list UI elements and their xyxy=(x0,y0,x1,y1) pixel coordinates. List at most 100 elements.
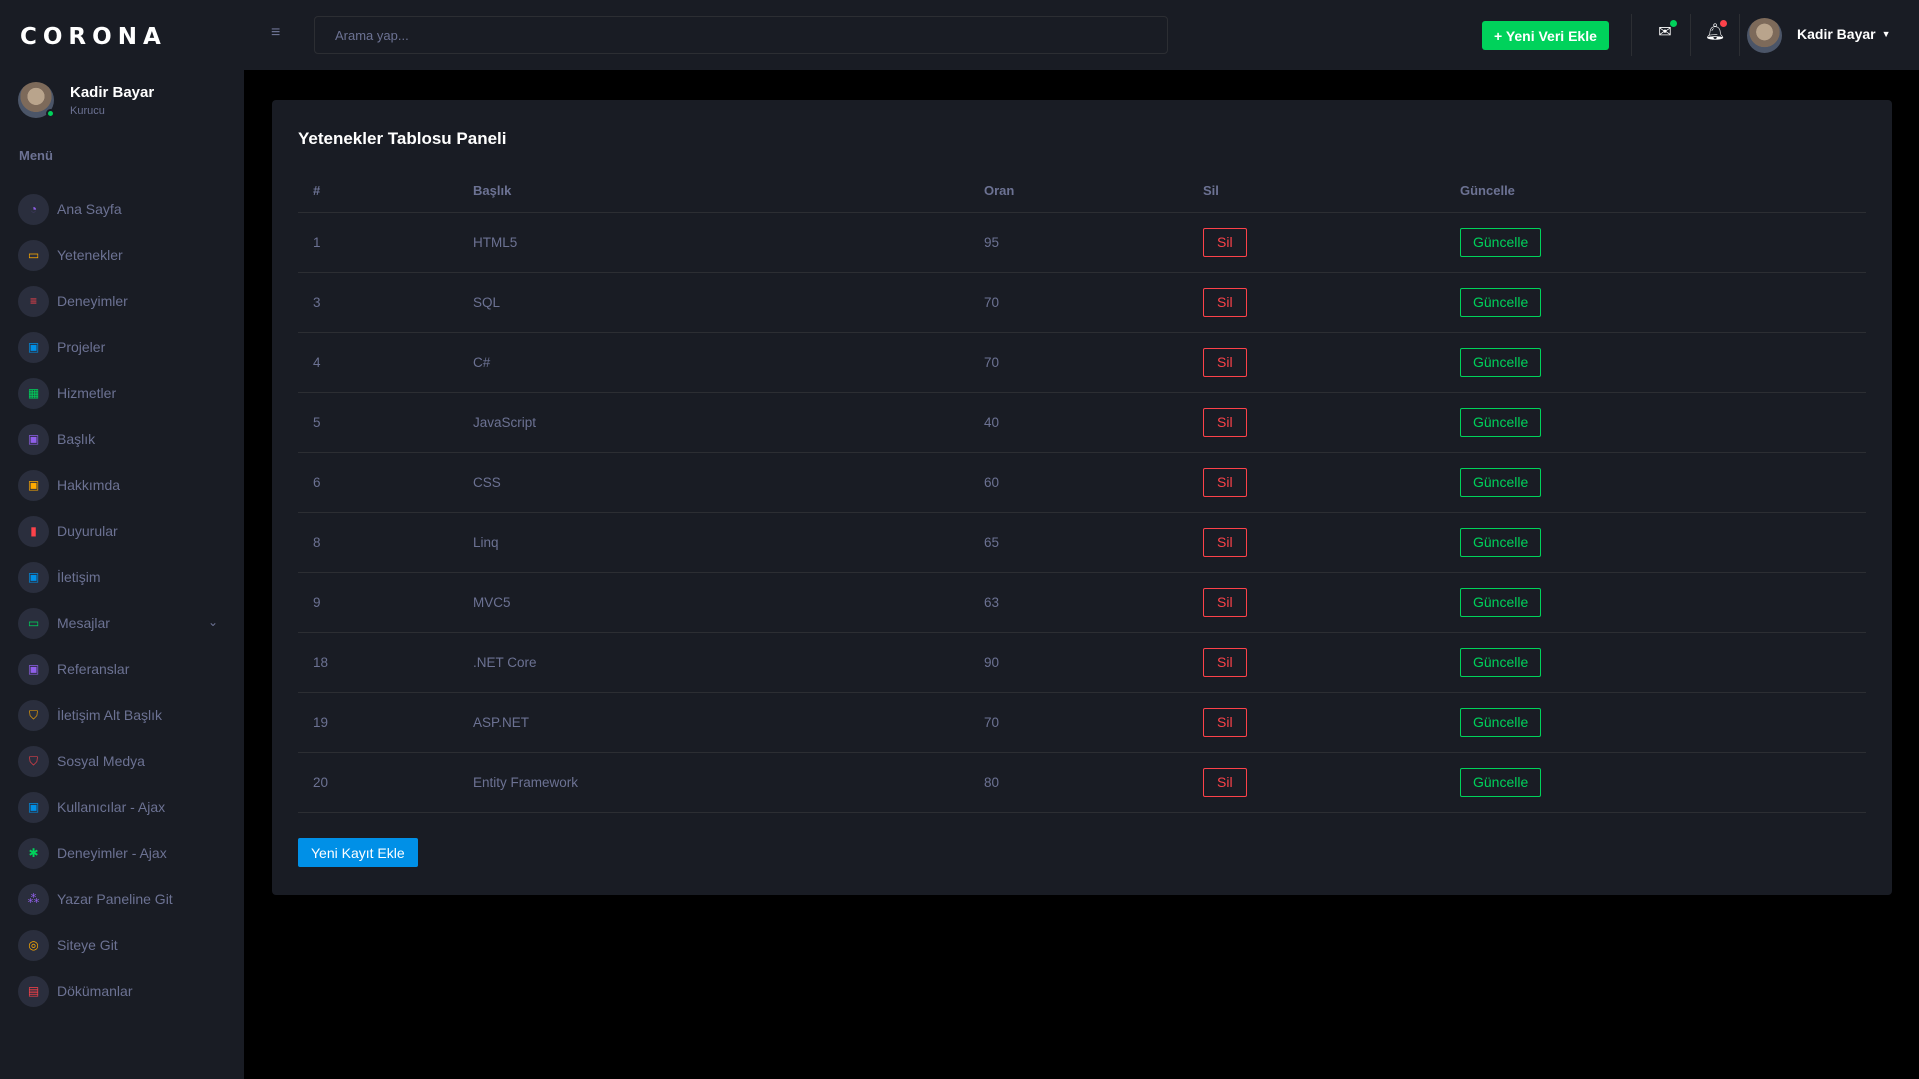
update-button[interactable]: Güncelle xyxy=(1460,707,1542,737)
cell-id: 4 xyxy=(298,332,458,393)
sidebar-item[interactable]: ⛉ Sosyal Medya xyxy=(18,738,218,784)
sidebar-item-label: Hakkımda xyxy=(57,477,121,493)
cell-rate: 70 xyxy=(969,272,1188,333)
table-row: 4 C# 70 Sil Güncelle xyxy=(298,332,1866,393)
update-button[interactable]: Güncelle xyxy=(1460,227,1542,257)
sidebar-item[interactable]: ▣ İletişim xyxy=(18,554,218,600)
contacts-icon: ▣ xyxy=(18,561,49,593)
delete-button[interactable]: Sil xyxy=(1203,407,1247,437)
delete-button[interactable]: Sil xyxy=(1203,347,1247,377)
cell-id: 6 xyxy=(298,452,458,513)
bell-icon[interactable]: 🔔︎ xyxy=(1705,20,1727,42)
table-row: 18 .NET Core 90 Sil Güncelle xyxy=(298,632,1866,693)
update-button[interactable]: Güncelle xyxy=(1460,287,1542,317)
cell-rate: 63 xyxy=(969,572,1188,633)
column-header-update: Güncelle xyxy=(1445,169,1866,213)
laptop-icon: ▭ xyxy=(18,239,49,271)
update-button[interactable]: Güncelle xyxy=(1460,767,1542,797)
cell-title: Entity Framework xyxy=(458,752,969,813)
cell-update: Güncelle xyxy=(1445,572,1866,633)
delete-button[interactable]: Sil xyxy=(1203,767,1247,797)
cell-update: Güncelle xyxy=(1445,692,1866,753)
menu-toggle-icon[interactable]: ≡ xyxy=(271,24,280,42)
sidebar-item[interactable]: ▦ Hizmetler xyxy=(18,370,218,416)
bookmark-icon: ▮ xyxy=(18,515,49,547)
chevron-down-icon[interactable]: ⌄ xyxy=(208,615,218,629)
contacts-icon: ▣ xyxy=(18,791,49,823)
update-button[interactable]: Güncelle xyxy=(1460,647,1542,677)
sidebar-profile[interactable]: Kadir Bayar Kurucu xyxy=(18,82,154,118)
avatar xyxy=(18,82,55,118)
cell-delete: Sil xyxy=(1188,392,1445,453)
sidebar-item[interactable]: ▮ Duyurular xyxy=(18,508,218,554)
menu-title: Menü xyxy=(19,148,53,163)
sidebar-item[interactable]: ▣ Başlık xyxy=(18,416,218,462)
contacts-icon: ▣ xyxy=(18,469,49,501)
cell-title: MVC5 xyxy=(458,572,969,633)
sidebar-item[interactable]: ⁂ Yazar Paneline Git xyxy=(18,876,218,922)
cell-delete: Sil xyxy=(1188,692,1445,753)
delete-button[interactable]: Sil xyxy=(1203,647,1247,677)
cell-delete: Sil xyxy=(1188,332,1445,393)
table-icon: ▦ xyxy=(18,377,49,409)
column-header-delete: Sil xyxy=(1188,169,1445,213)
sidebar-item[interactable]: ▤ Dökümanlar xyxy=(18,968,218,1014)
user-menu[interactable]: Kadir Bayar ▼ xyxy=(1797,26,1891,42)
brand-logo[interactable]: CORONA xyxy=(20,24,167,50)
search-input[interactable] xyxy=(314,16,1168,54)
sidebar-item-label: Yetenekler xyxy=(57,247,123,263)
sidebar-item[interactable]: ◔ Ana Sayfa xyxy=(18,186,218,232)
sidebar-item[interactable]: ▣ Referanslar xyxy=(18,646,218,692)
sidebar-item-label: Mesajlar xyxy=(57,615,110,631)
table-row: 6 CSS 60 Sil Güncelle xyxy=(298,452,1866,513)
update-button[interactable]: Güncelle xyxy=(1460,587,1542,617)
shield-icon: ⛉ xyxy=(18,745,49,777)
sidebar-item[interactable]: ▣ Projeler xyxy=(18,324,218,370)
sidebar-item[interactable]: ≡ Deneyimler xyxy=(18,278,218,324)
sidebar-item[interactable]: ▣ Hakkımda xyxy=(18,462,218,508)
skills-table: # Başlık Oran Sil Güncelle 1 HTML5 95 Sil Gü… xyxy=(298,169,1866,813)
update-button[interactable]: Güncelle xyxy=(1460,407,1542,437)
cell-rate: 95 xyxy=(969,212,1188,273)
cell-rate: 40 xyxy=(969,392,1188,453)
cell-delete: Sil xyxy=(1188,212,1445,273)
cell-title: HTML5 xyxy=(458,212,969,273)
update-button[interactable]: Güncelle xyxy=(1460,467,1542,497)
sidebar-item[interactable]: ▭ Mesajlar ⌄ xyxy=(18,600,218,646)
topbar: ≡ + Yeni Veri Ekle ✉ 🔔︎ Kadir Bayar ▼ xyxy=(244,0,1919,70)
mail-icon[interactable]: ✉ xyxy=(1655,20,1677,42)
sidebar-item-label: İletişim xyxy=(57,569,101,585)
cell-rate: 90 xyxy=(969,632,1188,693)
cell-update: Güncelle xyxy=(1445,392,1866,453)
delete-button[interactable]: Sil xyxy=(1203,707,1247,737)
new-record-button[interactable]: Yeni Kayıt Ekle xyxy=(298,838,418,867)
sidebar-item-label: Projeler xyxy=(57,339,106,355)
delete-button[interactable]: Sil xyxy=(1203,587,1247,617)
delete-button[interactable]: Sil xyxy=(1203,227,1247,257)
sidebar-item[interactable]: ▣ Kullanıcılar - Ajax xyxy=(18,784,218,830)
topbar-divider xyxy=(1690,14,1691,56)
globe-icon: ◎ xyxy=(18,929,49,961)
delete-button[interactable]: Sil xyxy=(1203,287,1247,317)
cell-id: 19 xyxy=(298,692,458,753)
sidebar-item-label: Ana Sayfa xyxy=(57,201,122,217)
sidebar-item[interactable]: ▭ Yetenekler xyxy=(18,232,218,278)
user-avatar[interactable] xyxy=(1747,18,1782,53)
add-data-button[interactable]: + Yeni Veri Ekle xyxy=(1482,21,1609,50)
user-name: Kadir Bayar xyxy=(1797,26,1876,42)
sidebar-item[interactable]: ✱ Deneyimler - Ajax xyxy=(18,830,218,876)
cell-title: SQL xyxy=(458,272,969,333)
sidebar-item[interactable]: ⛉ İletişim Alt Başlık xyxy=(18,692,218,738)
update-button[interactable]: Güncelle xyxy=(1460,527,1542,557)
sidebar-item-label: Başlık xyxy=(57,431,96,447)
sidebar: CORONA Kadir Bayar Kurucu Menü ◔ Ana Sayf… xyxy=(0,0,244,1079)
update-button[interactable]: Güncelle xyxy=(1460,347,1542,377)
delete-button[interactable]: Sil xyxy=(1203,527,1247,557)
sidebar-item[interactable]: ◎ Siteye Git xyxy=(18,922,218,968)
sidebar-item-label: Siteye Git xyxy=(57,937,118,953)
cell-delete: Sil xyxy=(1188,572,1445,633)
cell-update: Güncelle xyxy=(1445,512,1866,573)
sidebar-item-label: Duyurular xyxy=(57,523,118,539)
cell-delete: Sil xyxy=(1188,452,1445,513)
delete-button[interactable]: Sil xyxy=(1203,467,1247,497)
